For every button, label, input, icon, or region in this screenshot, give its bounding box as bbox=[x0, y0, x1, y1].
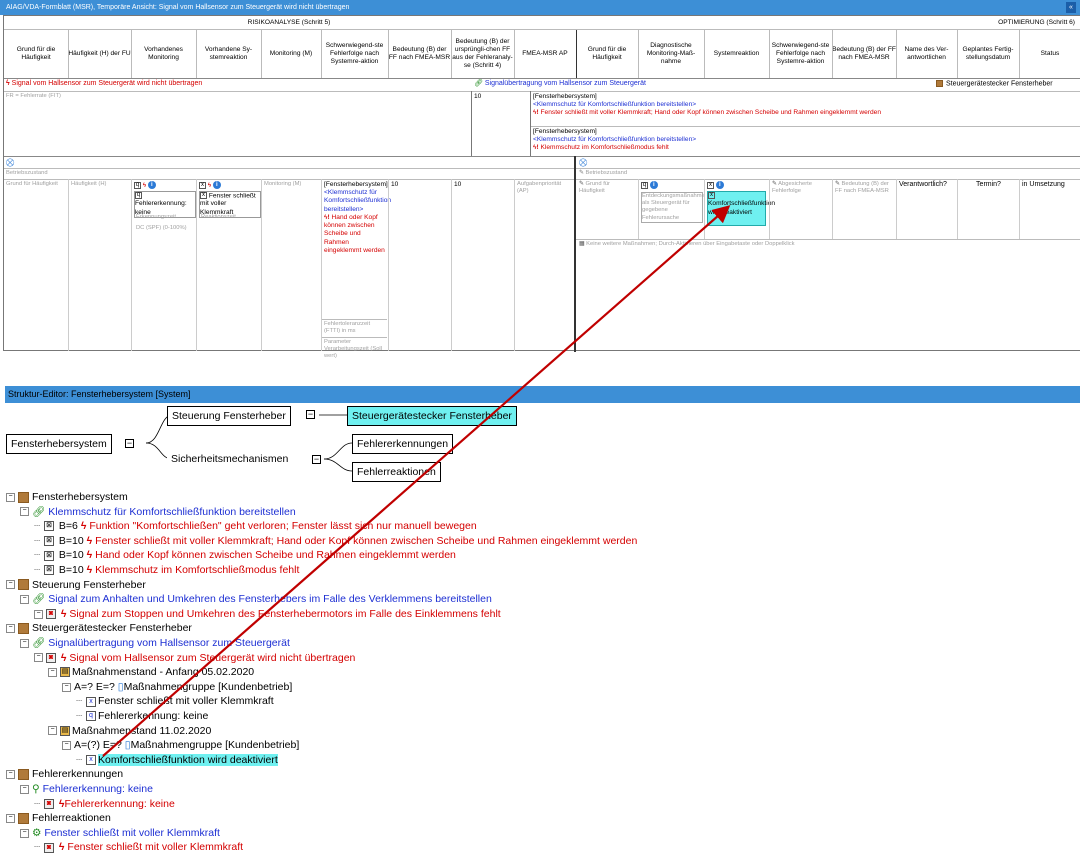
annotation-arrow bbox=[102, 205, 731, 757]
